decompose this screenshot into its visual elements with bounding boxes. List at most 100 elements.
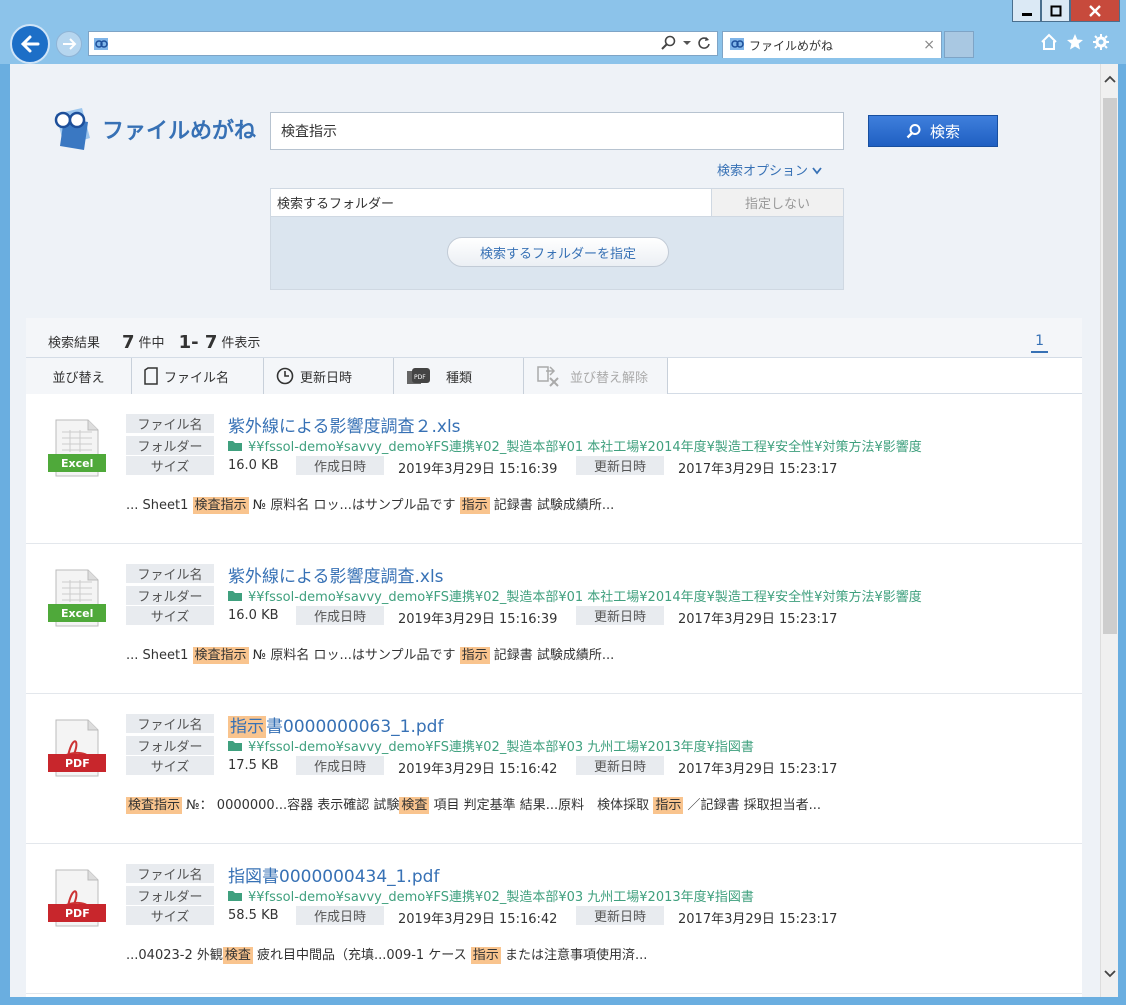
updated-label: 更新日時 [576,906,664,925]
forward-button[interactable] [56,31,82,57]
size-label: サイズ [126,606,214,625]
snippet-text: ／記録書 採取担当者... [683,798,822,813]
file-title-link[interactable]: 指示 書0000000063_1.pdf [228,712,443,738]
folder-label: フォルダー [126,736,214,755]
total-count: 7 [122,332,135,353]
svg-text:Excel: Excel [61,457,93,470]
back-arrow-icon [20,35,40,53]
search-options-link[interactable]: 検索オプション [717,160,822,179]
snippet-highlight: 検査指示 [192,497,249,514]
file-title-link[interactable]: 紫外線による影響度調査.xls [228,562,444,587]
file-title-text: 指図書0000000434_1.pdf [228,867,440,887]
scroll-up-icon[interactable] [1101,72,1118,86]
snippet-highlight: 検査指示 [192,647,249,664]
folder-path[interactable]: ¥¥fssol-demo¥savvy_demo¥FS連携¥02_製造本部¥01 … [228,586,922,605]
maximize-button[interactable] [1041,0,1070,22]
vertical-scrollbar[interactable] [1100,64,1118,997]
folder-label: フォルダー [126,886,214,905]
forward-arrow-icon [63,38,77,50]
settings-gear-icon[interactable] [1092,33,1110,51]
pdf-file-icon: PDF [48,868,106,928]
size-label: サイズ [126,756,214,775]
tab-close-icon[interactable]: × [923,37,935,53]
chevron-down-icon [812,167,822,175]
scroll-down-icon[interactable] [1101,967,1118,981]
folder-path[interactable]: ¥¥fssol-demo¥savvy_demo¥FS連携¥02_製造本部¥03 … [228,736,754,755]
snippet-highlight: 指示 [653,797,684,814]
size-label: サイズ [126,906,214,925]
address-bar[interactable] [88,31,718,56]
app-logo[interactable]: ファイルめがね [50,106,256,152]
sort-bar: 並び替え ファイル名 更新日時 PDF 種類 並び替え解除 [26,358,1082,394]
snippet-text: ...04023-2 外観 [126,948,223,963]
window-controls [1012,0,1120,22]
tab-title: ファイルめがね [749,38,834,53]
search-button-label: 検索 [929,122,960,141]
search-icon[interactable] [661,35,677,51]
browser-toolbar-icons [1040,33,1110,51]
sort-by-filename-button[interactable]: ファイル名 [132,358,264,394]
file-title-text: 紫外線による影響度調査２.xls [228,417,461,437]
file-size: 16.0 KB [228,608,279,623]
snippet-highlight: 指示 [459,497,490,514]
tab-favicon-icon [729,36,745,55]
folder-icon [228,441,242,451]
sort-by-updated-button[interactable]: 更新日時 [264,358,394,394]
snippet-text: または注意事項使用済... [500,948,648,963]
result-snippet: ...04023-2 外観 検査 疲れ目中間品（充填...009-1 ケース 指示… [126,944,648,964]
filename-label: ファイル名 [126,714,214,733]
folder-path[interactable]: ¥¥fssol-demo¥savvy_demo¥FS連携¥02_製造本部¥03 … [228,886,754,905]
browser-tab[interactable]: ファイルめがね × [722,31,942,58]
search-input-value: 検査指示 [281,124,337,140]
search-button[interactable]: 検索 [868,115,998,147]
file-title-link[interactable]: 指図書0000000434_1.pdf [228,862,439,887]
search-input[interactable]: 検査指示 [270,112,844,150]
filename-label: ファイル名 [126,414,214,433]
sort-by-type-button[interactable]: PDF 種類 [394,358,524,394]
sort-label: 並び替え [52,370,105,386]
clear-sort-button[interactable]: 並び替え解除 [524,358,668,394]
snippet-text: № 原料名 ロッ...はサンプル品です [248,648,460,663]
snippet-text: 疲れ目中間品（充填...009-1 ケース [252,948,471,963]
sort-label-button[interactable]: 並び替え [26,358,132,394]
created-label: 作成日時 [296,906,384,925]
snippet-text: 項目 判定基準 結果...原料 検体採取 [429,798,654,813]
minimize-button[interactable] [1012,0,1041,22]
home-icon[interactable] [1040,33,1058,51]
results-label: 検索結果 [48,336,101,351]
folder-path-text: ¥¥fssol-demo¥savvy_demo¥FS連携¥02_製造本部¥01 … [248,590,922,605]
new-tab-button[interactable] [944,31,974,58]
result-item: Excel ファイル名 フォルダー サイズ 紫外線による影響度調査.xls ¥¥fssol… [26,544,1082,694]
file-size: 17.5 KB [228,758,279,773]
updated-label: 更新日時 [576,756,664,775]
folder-unspecified-button[interactable]: 指定しない [711,189,843,216]
clear-sort-label: 並び替え解除 [570,370,649,386]
folder-icon [228,591,242,601]
folder-path-text: ¥¥fssol-demo¥savvy_demo¥FS連携¥02_製造本部¥03 … [248,890,754,905]
result-snippet: ... Sheet1 検査指示 № 原料名 ロッ...はサンプル品です 指示 記… [126,494,615,514]
clear-sort-icon [537,366,559,387]
folder-icon [228,741,242,751]
back-button[interactable] [10,24,50,64]
file-title-link[interactable]: 紫外線による影響度調査２.xls [228,412,461,437]
snippet-text: 記録書 試験成績所... [489,498,615,513]
favorites-star-icon[interactable] [1066,33,1084,51]
refresh-icon[interactable] [697,36,711,50]
scroll-thumb[interactable] [1103,98,1117,634]
snippet-text: № 原料名 ロッ...はサンプル品です [248,498,460,513]
sort-updated-label: 更新日時 [300,370,353,386]
folder-path[interactable]: ¥¥fssol-demo¥savvy_demo¥FS連携¥02_製造本部¥01 … [228,436,922,455]
minimize-icon [1021,12,1032,16]
file-size: 16.0 KB [228,458,279,473]
dropdown-icon[interactable] [683,39,691,47]
result-item: PDF ファイル名 フォルダー サイズ 指図書0000000434_1.pdf ¥¥fss… [26,844,1082,994]
snippet-highlight: 指示 [459,647,490,664]
total-count-unit: 件中 [138,336,165,351]
created-label: 作成日時 [296,756,384,775]
site-favicon-icon [93,36,109,56]
close-window-button[interactable] [1070,0,1120,22]
page-link-1[interactable]: 1 [1031,333,1048,353]
updated-datetime: 2017年3月29日 15:23:17 [678,612,838,627]
specify-folder-button[interactable]: 検索するフォルダーを指定 [447,237,669,267]
display-range-unit: 件表示 [221,336,261,351]
